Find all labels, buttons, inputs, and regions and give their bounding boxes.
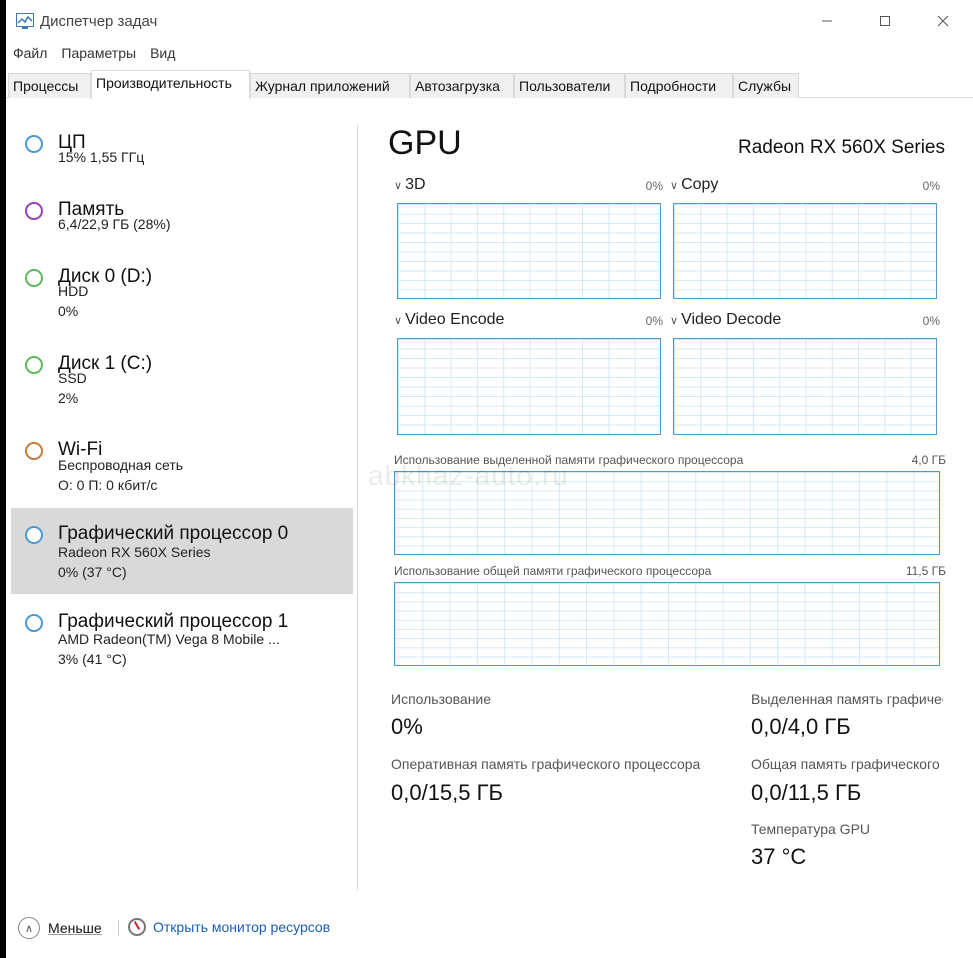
menu-options[interactable]: Параметры <box>54 42 143 66</box>
watermark: abkhaz-auto.ru <box>368 460 569 491</box>
dedicated-memory-stat-value: 0,0/4,0 ГБ <box>751 714 851 739</box>
menu-view[interactable]: Вид <box>143 42 182 66</box>
engine-copy-percent: 0% <box>922 179 940 193</box>
footer-bar: ∧ Меньше Открыть монитор ресурсов <box>6 905 973 955</box>
footer-separator <box>118 920 119 936</box>
sidebar-item-disk1[interactable]: Диск 1 (C:) SSD 2% <box>11 338 353 424</box>
engine-selector-video-encode[interactable]: ∨ Video Encode <box>394 311 504 329</box>
chevron-up-icon: ∧ <box>18 917 40 939</box>
sidebar-item-detail: 6,4/22,9 ГБ (28%) <box>58 216 171 232</box>
maximize-button[interactable] <box>874 10 896 32</box>
memory-indicator-icon <box>25 202 43 220</box>
fewer-details-label: Меньше <box>48 920 102 936</box>
tab-app-history[interactable]: Журнал приложений <box>250 73 410 98</box>
fewer-details-button[interactable]: ∧ Меньше <box>18 917 102 939</box>
engine-selector-copy[interactable]: ∨ Copy <box>670 176 718 194</box>
engine-selector-video-decode[interactable]: ∨ Video Decode <box>670 311 781 329</box>
gpu-indicator-icon <box>25 526 43 544</box>
window-title: Диспетчер задач <box>40 13 158 30</box>
tab-bar: Процессы Производительность Журнал прило… <box>6 70 973 99</box>
sidebar-item-value: 2% <box>58 390 79 406</box>
disk-indicator-icon <box>25 356 43 374</box>
engine-selector-3d[interactable]: ∨ 3D <box>394 176 426 194</box>
tab-users[interactable]: Пользователи <box>514 73 625 98</box>
shared-memory-stat-label: Общая память графического процессора <box>751 756 943 772</box>
sidebar-item-detail: Беспроводная сеть <box>58 457 184 473</box>
shared-memory-label: Использование общей памяти графического … <box>394 564 712 578</box>
page-title: GPU <box>388 124 462 162</box>
tab-services[interactable]: Службы <box>733 73 799 98</box>
sidebar-item-detail: Radeon RX 560X Series <box>58 544 211 560</box>
sidebar-divider <box>357 125 358 890</box>
gpu-ram-label: Оперативная память графического процессо… <box>391 756 701 772</box>
gpu-temperature-value: 37 °C <box>751 844 807 869</box>
chevron-down-icon: ∨ <box>670 315 679 327</box>
tab-startup[interactable]: Автозагрузка <box>410 73 514 98</box>
engine-copy-graph <box>673 203 937 299</box>
usage-value: 0% <box>391 714 423 739</box>
disk-indicator-icon <box>25 269 43 287</box>
sidebar-item-gpu1[interactable]: Графический процессор 1 AMD Radeon(TM) V… <box>11 596 353 682</box>
chevron-down-icon: ∨ <box>670 180 679 192</box>
open-resource-monitor-link[interactable]: Открыть монитор ресурсов <box>128 918 330 936</box>
menu-file[interactable]: Файл <box>6 42 54 66</box>
task-manager-window: Диспетчер задач Файл Параметры Вид Проце… <box>6 0 973 958</box>
shared-memory-stat-value: 0,0/11,5 ГБ <box>751 780 862 805</box>
minimize-button[interactable] <box>816 10 838 32</box>
open-resource-monitor-label: Открыть монитор ресурсов <box>153 919 331 935</box>
engine-3d-graph <box>397 203 661 299</box>
gpu-detail-panel: GPU Radeon RX 560X Series ∨ 3D 0% ∨ Copy 0… <box>366 98 973 888</box>
sidebar-item-detail: HDD <box>58 283 89 299</box>
engine-encode-percent: 0% <box>645 314 663 328</box>
dedicated-memory-max: 4,0 ГБ <box>911 453 946 467</box>
sidebar-item-disk0[interactable]: Диск 0 (D:) HDD 0% <box>11 251 353 337</box>
sidebar-item-title: Графический процессор 1 <box>58 611 289 632</box>
shared-memory-max: 11,5 ГБ <box>905 564 946 578</box>
gpu-model-name: Radeon RX 560X Series <box>737 137 945 158</box>
sidebar-item-wifi[interactable]: Wi-Fi Беспроводная сеть О: 0 П: 0 кбит/с <box>11 424 353 510</box>
sidebar-item-title: Графический процессор 0 <box>58 523 289 544</box>
wifi-indicator-icon <box>25 442 43 460</box>
tab-details[interactable]: Подробности <box>625 73 733 98</box>
sidebar-item-value: 3% (41 °C) <box>58 651 127 667</box>
sidebar-item-gpu0[interactable]: Графический процессор 0 Radeon RX 560X S… <box>11 508 353 594</box>
usage-label: Использование <box>391 691 492 707</box>
menu-bar: Файл Параметры Вид <box>6 42 182 66</box>
tab-performance[interactable]: Производительность <box>91 70 250 99</box>
sidebar-item-value: О: 0 П: 0 кбит/с <box>58 477 158 493</box>
close-button[interactable] <box>932 10 954 32</box>
engine-decode-graph <box>673 338 937 435</box>
sidebar-item-value: 0% (37 °C) <box>58 564 127 580</box>
chevron-down-icon: ∨ <box>394 180 403 192</box>
gpu-temperature-label: Температура GPU <box>751 821 871 837</box>
engine-3d-percent: 0% <box>645 179 663 193</box>
tab-processes[interactable]: Процессы <box>8 73 91 98</box>
chevron-down-icon: ∨ <box>394 315 403 327</box>
task-manager-icon <box>16 13 34 29</box>
engine-decode-percent: 0% <box>922 314 940 328</box>
gpu-indicator-icon <box>25 614 43 632</box>
dedicated-memory-stat-label: Выделенная память графического процессор… <box>751 691 943 707</box>
cpu-indicator-icon <box>25 135 43 153</box>
resource-monitor-icon <box>128 918 146 936</box>
sidebar-item-detail: AMD Radeon(TM) Vega 8 Mobile ... <box>58 631 280 647</box>
engine-encode-graph <box>397 338 661 435</box>
title-bar: Диспетчер задач <box>6 0 973 42</box>
sidebar-item-value: 0% <box>58 303 79 319</box>
sidebar-item-detail: 15% 1,55 ГГц <box>58 149 145 165</box>
gpu-ram-value: 0,0/15,5 ГБ <box>391 780 503 805</box>
resource-sidebar: ЦП 15% 1,55 ГГц Память 6,4/22,9 ГБ (28%)… <box>6 98 358 888</box>
sidebar-item-detail: SSD <box>58 370 87 386</box>
shared-memory-graph <box>394 582 940 666</box>
